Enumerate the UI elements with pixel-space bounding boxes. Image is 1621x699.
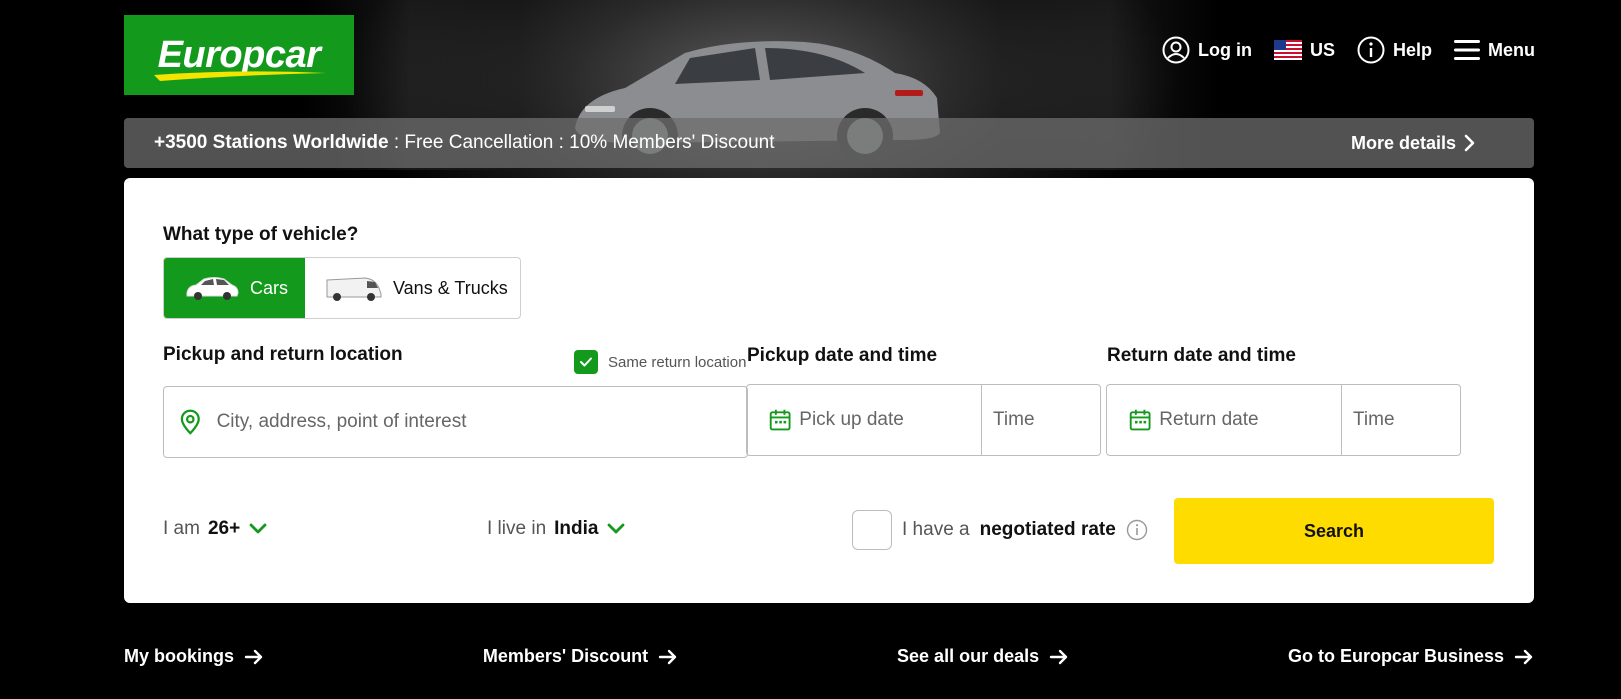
europcar-logo[interactable]: Europcar xyxy=(124,15,354,95)
checkmark-icon xyxy=(580,357,592,367)
calendar-icon xyxy=(1129,409,1151,431)
residence-country-selector[interactable]: I live in India xyxy=(487,518,626,540)
hamburger-icon xyxy=(1454,40,1480,60)
country-prefix: I live in xyxy=(487,518,547,539)
footer-link-label: Members' Discount xyxy=(482,646,649,666)
my-bookings-link[interactable]: My bookings xyxy=(124,646,264,667)
arrow-right-icon xyxy=(1514,649,1533,664)
pickup-date-segment[interactable] xyxy=(747,385,982,455)
arrow-right-icon xyxy=(1049,649,1068,664)
help-link[interactable]: Help xyxy=(1357,36,1432,64)
login-label: Log in xyxy=(1197,39,1252,60)
age-selector[interactable]: I am 26+ xyxy=(163,518,268,540)
residence-country-value: India xyxy=(554,518,599,539)
footer-link-label: My bookings xyxy=(124,646,235,666)
return-datetime-field xyxy=(1106,384,1461,456)
footer-link-label: Go to Europcar Business xyxy=(1287,646,1504,666)
negotiated-prefix: I have a xyxy=(902,519,970,540)
location-pin-icon xyxy=(180,409,200,435)
info-icon xyxy=(1357,36,1385,64)
calendar-icon xyxy=(769,409,791,431)
europcar-business-link[interactable]: Go to Europcar Business xyxy=(1288,646,1534,667)
negotiated-rate-checkbox[interactable] xyxy=(852,510,892,550)
user-icon xyxy=(1162,36,1190,64)
login-link[interactable]: Log in xyxy=(1162,36,1252,64)
pickup-datetime-field xyxy=(746,384,1101,456)
pickup-time-segment[interactable] xyxy=(982,385,1100,455)
promo-bar: +3500 Stations Worldwide : Free Cancella… xyxy=(124,118,1534,168)
chevron-right-icon xyxy=(1464,134,1475,152)
menu-label: Menu xyxy=(1488,39,1535,60)
footer-link-label: See all our deals xyxy=(897,646,1040,666)
vehicle-type-heading: What type of vehicle? xyxy=(163,224,359,245)
more-details-label: More details xyxy=(1350,132,1456,153)
logo-swoosh-icon xyxy=(154,71,326,81)
vehicle-option-label: Vans & Trucks xyxy=(393,277,508,298)
location-field[interactable] xyxy=(163,386,748,458)
car-icon xyxy=(186,277,239,300)
van-icon xyxy=(326,277,382,301)
arrow-right-icon xyxy=(244,649,263,664)
negotiated-rate-label: negotiated rate xyxy=(979,519,1116,540)
return-time-input[interactable] xyxy=(1353,409,1460,431)
pickup-time-input[interactable] xyxy=(993,409,1100,431)
see-all-deals-link[interactable]: See all our deals xyxy=(897,646,1069,667)
arrow-right-icon xyxy=(658,649,677,664)
promo-rest: : Free Cancellation : 10% Members' Disco… xyxy=(388,132,775,153)
top-navigation: Log in US Help Menu xyxy=(1162,36,1535,64)
footer-links: My bookings Members' Discount See all ou… xyxy=(124,646,1534,667)
pickup-heading: Pickup date and time xyxy=(747,345,938,366)
vehicle-option-label: Cars xyxy=(250,277,289,298)
vehicle-option-cars[interactable]: Cars xyxy=(164,258,305,318)
return-heading: Return date and time xyxy=(1107,345,1296,366)
age-prefix: I am xyxy=(163,518,200,539)
info-icon[interactable] xyxy=(1126,519,1148,541)
return-date-segment[interactable] xyxy=(1107,385,1342,455)
same-return-label: Same return location xyxy=(608,353,747,371)
age-value: 26+ xyxy=(207,518,241,539)
location-heading: Pickup and return location xyxy=(163,344,403,365)
same-return-location-checkbox[interactable]: Same return location xyxy=(574,350,746,374)
chevron-down-icon xyxy=(249,523,267,534)
booking-panel: What type of vehicle? Cars Vans & Trucks… xyxy=(124,178,1534,603)
return-date-input[interactable] xyxy=(1159,409,1341,431)
negotiated-rate-option: I have a negotiated rate xyxy=(852,510,1148,550)
country-label: US xyxy=(1309,39,1335,60)
country-selector[interactable]: US xyxy=(1273,39,1335,61)
menu-button[interactable]: Menu xyxy=(1454,39,1535,61)
return-time-segment[interactable] xyxy=(1342,385,1460,455)
chevron-down-icon xyxy=(608,523,625,534)
location-input[interactable] xyxy=(216,411,747,433)
members-discount-link[interactable]: Members' Discount xyxy=(483,646,678,667)
vehicle-type-toggle: Cars Vans & Trucks xyxy=(163,257,521,319)
search-button[interactable]: Search xyxy=(1174,498,1494,564)
more-details-link[interactable]: More details xyxy=(1351,133,1476,154)
pickup-date-input[interactable] xyxy=(799,409,981,431)
vehicle-option-vans-trucks[interactable]: Vans & Trucks xyxy=(305,258,520,318)
checkbox-checked[interactable] xyxy=(574,350,598,374)
us-flag-icon xyxy=(1273,40,1302,60)
promo-highlight: +3500 Stations Worldwide xyxy=(154,132,389,153)
help-label: Help xyxy=(1392,39,1432,60)
promo-text: +3500 Stations Worldwide : Free Cancella… xyxy=(154,132,774,154)
